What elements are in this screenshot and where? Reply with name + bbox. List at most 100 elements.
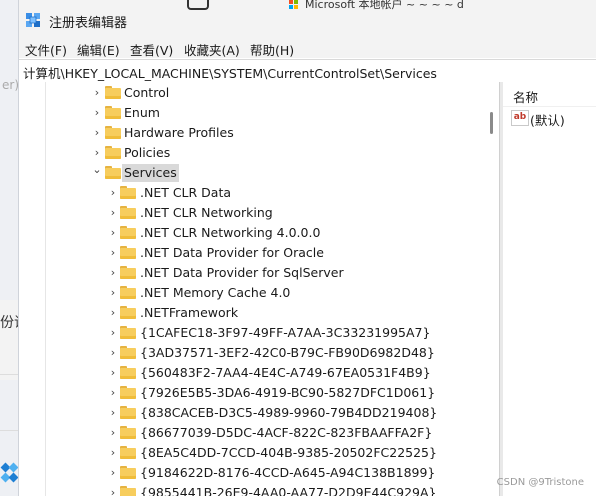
chevron-right-icon[interactable]: › bbox=[107, 246, 119, 260]
menu-favorites[interactable]: 收藏夹(A) bbox=[184, 40, 240, 59]
chevron-right-icon[interactable]: › bbox=[107, 206, 119, 220]
values-list: 名称 ab (默认) bbox=[503, 82, 596, 496]
menu-file[interactable]: 文件(F) bbox=[25, 40, 67, 59]
watermark: CSDN @9Tristone bbox=[496, 477, 584, 488]
chevron-right-icon[interactable]: › bbox=[107, 486, 119, 496]
value-name: (默认) bbox=[530, 113, 565, 128]
tree-item-service-7[interactable]: › {1CAFEC18-3F97-49FF-A7AA-3C33231995A7} bbox=[19, 323, 469, 343]
tree-item-label: .NET CLR Networking bbox=[140, 205, 273, 220]
background-divider bbox=[0, 430, 18, 431]
tree-item-label: .NETFramework bbox=[140, 305, 239, 320]
tree-item-label: {7926E5B5-3DA6-4919-BC90-5827DFC1D061} bbox=[140, 385, 436, 400]
value-row[interactable]: ab (默认) bbox=[511, 109, 596, 128]
tree-item-top-1[interactable]: › Enum bbox=[19, 103, 469, 123]
tree-item-label: Enum bbox=[124, 105, 160, 120]
tree-item-service-11[interactable]: › {838CACEB-D3C5-4989-9960-79B4DD219408} bbox=[19, 403, 469, 423]
chevron-right-icon[interactable]: › bbox=[107, 266, 119, 280]
chevron-right-icon[interactable]: › bbox=[91, 146, 103, 160]
folder-icon bbox=[120, 386, 136, 399]
tree-item-label: .NET Data Provider for SqlServer bbox=[140, 265, 344, 280]
folder-icon bbox=[105, 166, 121, 179]
chevron-right-icon[interactable]: › bbox=[107, 186, 119, 200]
folder-icon bbox=[120, 226, 136, 239]
menu-edit[interactable]: 编辑(E) bbox=[77, 40, 120, 59]
folder-icon bbox=[120, 466, 136, 479]
tree-item-service-4[interactable]: › .NET Data Provider for SqlServer bbox=[19, 263, 469, 283]
folder-icon bbox=[120, 246, 136, 259]
tree-item-service-9[interactable]: › {560483F2-7AA4-4E4C-A749-67EA0531F4B9} bbox=[19, 363, 469, 383]
folder-icon bbox=[120, 346, 136, 359]
tree-item-label: .NET Memory Cache 4.0 bbox=[140, 285, 291, 300]
tree-item-top-4[interactable]: ⌄ Services bbox=[19, 163, 469, 183]
folder-icon bbox=[120, 286, 136, 299]
chevron-right-icon[interactable]: › bbox=[91, 106, 103, 120]
chevron-right-icon[interactable]: › bbox=[91, 86, 103, 100]
desktop-tiles-icon bbox=[0, 456, 19, 496]
menu-view[interactable]: 查看(V) bbox=[130, 40, 173, 59]
tree-item-label: {3AD37571-3EF2-42C0-B79C-FB90D6982D48} bbox=[140, 345, 435, 360]
background-divider bbox=[0, 374, 18, 375]
background-window-peek: Microsoft 本地帐户 ~ ~ ~ ~ d bbox=[289, 0, 589, 10]
tree-item-label: .NET CLR Networking 4.0.0.0 bbox=[140, 225, 321, 240]
tree-guide-line bbox=[45, 82, 46, 496]
column-header-name[interactable]: 名称 bbox=[513, 87, 538, 106]
tree-item-service-14[interactable]: › {9184622D-8176-4CCD-A645-A94C138B1899} bbox=[19, 463, 469, 483]
tree-item-service-3[interactable]: › .NET Data Provider for Oracle bbox=[19, 243, 469, 263]
menu-bar: 文件(F) 编辑(E) 查看(V) 收藏夹(A) 帮助(H) bbox=[19, 38, 596, 58]
tree-item-top-2[interactable]: › Hardware Profiles bbox=[19, 123, 469, 143]
tree-item-label: .NET CLR Data bbox=[140, 185, 232, 200]
chevron-right-icon[interactable]: › bbox=[107, 466, 119, 480]
tree-item-service-10[interactable]: › {7926E5B5-3DA6-4919-BC90-5827DFC1D061} bbox=[19, 383, 469, 403]
address-bar[interactable]: 计算机\HKEY_LOCAL_MACHINE\SYSTEM\CurrentCon… bbox=[19, 59, 596, 83]
window-title: 注册表编辑器 bbox=[49, 16, 128, 31]
chevron-right-icon[interactable]: › bbox=[107, 386, 119, 400]
chevron-right-icon[interactable]: › bbox=[107, 226, 119, 240]
folder-icon bbox=[105, 86, 121, 99]
header-divider bbox=[503, 106, 596, 107]
chevron-right-icon[interactable]: › bbox=[91, 126, 103, 140]
tree-item-service-13[interactable]: › {8EA5C4DD-7CCD-404B-9385-20502FC22525} bbox=[19, 443, 469, 463]
tree-item-label: Hardware Profiles bbox=[124, 125, 234, 140]
chevron-down-icon[interactable]: ⌄ bbox=[91, 163, 103, 177]
chevron-right-icon[interactable]: › bbox=[107, 426, 119, 440]
chevron-right-icon[interactable]: › bbox=[107, 346, 119, 360]
tree-item-service-6[interactable]: › .NETFramework bbox=[19, 303, 469, 323]
tree-item-service-12[interactable]: › {86677039-D5DC-4ACF-822C-823FBAAFFA2F} bbox=[19, 423, 469, 443]
background-window bbox=[0, 0, 18, 496]
folder-icon bbox=[120, 326, 136, 339]
tree-item-service-5[interactable]: › .NET Memory Cache 4.0 bbox=[19, 283, 469, 303]
title-bar[interactable]: 注册表编辑器 Microsoft 本地帐户 ~ ~ ~ ~ d bbox=[19, 0, 596, 38]
tree-item-label: {8EA5C4DD-7CCD-404B-9385-20502FC22525} bbox=[140, 445, 437, 460]
chevron-right-icon[interactable]: › bbox=[107, 406, 119, 420]
tree-scrollbar[interactable] bbox=[485, 82, 499, 496]
tree-item-top-0[interactable]: › Control bbox=[19, 83, 469, 103]
tree-item-label: .NET Data Provider for Oracle bbox=[140, 245, 324, 260]
chevron-right-icon[interactable]: › bbox=[107, 326, 119, 340]
folder-icon bbox=[105, 126, 121, 139]
folder-icon bbox=[120, 366, 136, 379]
tree-item-label: {560483F2-7AA4-4E4C-A749-67EA0531F4B9} bbox=[140, 365, 431, 380]
chevron-right-icon[interactable]: › bbox=[107, 286, 119, 300]
folder-icon bbox=[105, 106, 121, 119]
address-path[interactable]: 计算机\HKEY_LOCAL_MACHINE\SYSTEM\CurrentCon… bbox=[23, 63, 437, 82]
folder-icon bbox=[120, 206, 136, 219]
tree-item-service-8[interactable]: › {3AD37571-3EF2-42C0-B79C-FB90D6982D48} bbox=[19, 343, 469, 363]
folder-icon bbox=[120, 446, 136, 459]
tree-item-service-1[interactable]: › .NET CLR Networking bbox=[19, 203, 469, 223]
tree-item-label: {838CACEB-D3C5-4989-9960-79B4DD219408} bbox=[140, 405, 438, 420]
chevron-right-icon[interactable]: › bbox=[107, 366, 119, 380]
tree-item-service-0[interactable]: › .NET CLR Data bbox=[19, 183, 469, 203]
tree-item-top-3[interactable]: › Policies bbox=[19, 143, 469, 163]
folder-icon bbox=[105, 146, 121, 159]
tree-item-service-2[interactable]: › .NET CLR Networking 4.0.0.0 bbox=[19, 223, 469, 243]
tree-item-label: {9855441B-26E9-4AA0-AA77-D2D9E44C929A} bbox=[140, 485, 437, 496]
folder-icon bbox=[120, 426, 136, 439]
tree-item-service-15[interactable]: › {9855441B-26E9-4AA0-AA77-D2D9E44C929A} bbox=[19, 483, 469, 496]
chevron-right-icon[interactable]: › bbox=[107, 306, 119, 320]
chevron-right-icon[interactable]: › bbox=[107, 446, 119, 460]
regedit-window: 注册表编辑器 Microsoft 本地帐户 ~ ~ ~ ~ d 文件(F) 编辑… bbox=[18, 0, 596, 496]
folder-icon bbox=[120, 306, 136, 319]
scrollbar-thumb[interactable] bbox=[490, 112, 493, 134]
menu-help[interactable]: 帮助(H) bbox=[250, 40, 294, 59]
tree-item-label: {1CAFEC18-3F97-49FF-A7AA-3C33231995A7} bbox=[140, 325, 431, 340]
